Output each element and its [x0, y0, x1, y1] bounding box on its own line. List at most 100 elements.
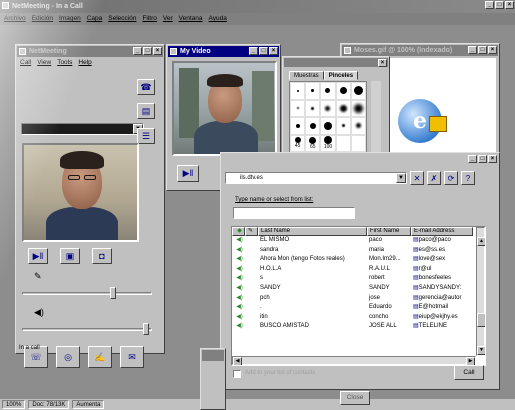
user-status-icon: ◀): [236, 294, 243, 301]
scroll-left-button[interactable]: ◀: [233, 357, 242, 365]
tab-muestras[interactable]: Muestras: [289, 71, 324, 80]
menu-help[interactable]: Help: [78, 58, 91, 68]
speaker-volume-slider[interactable]: [22, 328, 152, 331]
picture-in-picture-button[interactable]: ▣: [60, 248, 80, 264]
add-contact-checkbox[interactable]: [233, 370, 241, 378]
brush-option[interactable]: [305, 82, 321, 100]
brush-scrollbar[interactable]: [371, 81, 381, 153]
name-search-input[interactable]: [233, 207, 355, 219]
background-window-titlebar: [202, 350, 224, 361]
my-video-close-button[interactable]: ×: [269, 47, 278, 55]
scroll-down-button[interactable]: ▼: [477, 346, 485, 355]
table-row[interactable]: ◀) Ahora Mon (tengo Fotos reales) Mon.Im29…: [232, 255, 485, 265]
brush-option[interactable]: [320, 82, 336, 100]
menu-filtro[interactable]: Filtro: [142, 14, 156, 24]
table-row[interactable]: ◀) H.O.L.A R.A.U.L ▤r@ul: [232, 265, 485, 275]
brush-option[interactable]: 100: [320, 134, 336, 152]
brush-option[interactable]: [335, 99, 351, 117]
table-horizontal-scrollbar[interactable]: ◀ ▶: [232, 356, 476, 365]
stop-button[interactable]: ✕: [410, 171, 424, 185]
brush-option[interactable]: [350, 117, 366, 135]
brush-option[interactable]: [335, 134, 351, 152]
help-button[interactable]: ?: [461, 171, 475, 185]
image-close-button[interactable]: ×: [488, 46, 497, 54]
brush-option[interactable]: [320, 99, 336, 117]
menu-ver[interactable]: Ver: [163, 14, 173, 24]
menu-edicion[interactable]: Edición: [32, 14, 53, 24]
menu-imagen[interactable]: Imagen: [59, 14, 81, 24]
directory-minimize-button[interactable]: _: [468, 155, 477, 163]
column-status-header[interactable]: ◆: [232, 227, 245, 236]
image-minimize-button[interactable]: _: [468, 46, 477, 54]
brush-option[interactable]: [335, 82, 351, 100]
my-video-play-pause-button[interactable]: ▶‖: [177, 165, 199, 182]
column-first-name[interactable]: First Name: [367, 227, 411, 236]
delete-button[interactable]: ✗: [427, 171, 441, 185]
refresh-button[interactable]: ⟳: [444, 171, 458, 185]
table-row[interactable]: ◀) SANDY SANDY ▤SANDYSANDY:: [232, 284, 485, 294]
speaker-slider-thumb[interactable]: [143, 323, 149, 335]
menu-capa[interactable]: Capa: [87, 14, 103, 24]
camera-button[interactable]: ◘: [92, 248, 112, 264]
maximize-button[interactable]: □: [495, 1, 504, 9]
menu-ayuda[interactable]: Ayuda: [209, 14, 227, 24]
directory-maximize-button[interactable]: □: [478, 155, 487, 163]
brush-option[interactable]: 45: [290, 134, 306, 152]
directory-server-combo[interactable]: ils.dtv.es ▼: [225, 172, 407, 184]
nm-maximize-button[interactable]: □: [143, 47, 152, 55]
table-row[interactable]: ◀). Eduardo ▤E@hotmail: [232, 303, 485, 313]
table-row[interactable]: ◀) BUSCO AMISTAD JOSE ALL ▤TELELINE: [232, 322, 485, 332]
menu-tools[interactable]: Tools: [57, 58, 72, 68]
call-address-combo[interactable]: ▼: [21, 123, 144, 135]
menu-view[interactable]: View: [37, 58, 51, 68]
place-call-button[interactable]: ☎: [137, 79, 155, 95]
brushes-close-button[interactable]: ×: [378, 59, 387, 67]
menu-ventana[interactable]: Ventana: [179, 14, 203, 24]
chevron-down-icon[interactable]: ▼: [396, 173, 406, 183]
brush-option[interactable]: [290, 117, 306, 135]
play-pause-video-button[interactable]: ▶‖: [28, 248, 48, 264]
menu-seleccion[interactable]: Selección: [108, 14, 136, 24]
column-icon-header[interactable]: ✎: [245, 227, 258, 236]
brush-option[interactable]: [290, 82, 306, 100]
table-row[interactable]: ◀) sandra maria ▤es@ss.es: [232, 246, 485, 256]
directory-button[interactable]: ▤: [137, 103, 155, 119]
stop-icon: ✕: [413, 173, 421, 183]
brush-option[interactable]: [335, 117, 351, 135]
scroll-up-button[interactable]: ▲: [477, 237, 485, 246]
table-row[interactable]: ◀) EL MISMO paco ▤paco@paco: [232, 236, 485, 246]
brush-option[interactable]: [305, 117, 321, 135]
table-row[interactable]: ◀) s robert ▤bonesfeeles: [232, 274, 485, 284]
image-maximize-button[interactable]: □: [478, 46, 487, 54]
brush-option[interactable]: [350, 99, 366, 117]
menu-archivo[interactable]: Archivo: [4, 14, 26, 24]
brush-option[interactable]: [320, 117, 336, 135]
my-video-minimize-button[interactable]: _: [249, 47, 258, 55]
close-button[interactable]: ×: [505, 1, 514, 9]
microphone-slider-thumb[interactable]: [110, 287, 116, 299]
brush-option[interactable]: 65: [305, 134, 321, 152]
nm-minimize-button[interactable]: _: [133, 47, 142, 55]
table-row[interactable]: ◀) itin concho ▤eiup@ekjhy.es: [232, 313, 485, 323]
table-row[interactable]: ◀) pch jose ▤gerencia@autor: [232, 294, 485, 304]
brush-option[interactable]: [290, 99, 306, 117]
nm-close-button[interactable]: ×: [153, 47, 162, 55]
speed-dial-button[interactable]: ☰: [137, 128, 155, 144]
column-email[interactable]: E-mail Address: [411, 227, 473, 236]
minimize-button[interactable]: _: [485, 1, 494, 9]
first-name-cell: paco: [369, 237, 383, 243]
scroll-thumb[interactable]: [477, 313, 485, 327]
table-vertical-scrollbar[interactable]: ▲ ▼: [476, 227, 485, 356]
call-button[interactable]: Call: [454, 365, 484, 380]
directory-close-button[interactable]: ×: [488, 155, 497, 163]
microphone-volume-slider[interactable]: [22, 292, 152, 295]
menu-call[interactable]: Call: [20, 58, 31, 68]
tab-pinceles[interactable]: Pinceles: [323, 71, 359, 80]
my-video-maximize-button[interactable]: □: [259, 47, 268, 55]
brush-option[interactable]: [305, 99, 321, 117]
brush-option[interactable]: [350, 82, 366, 100]
column-last-name[interactable]: Last Name: [258, 227, 367, 236]
brush-option[interactable]: [350, 134, 366, 152]
share-icon: ◎: [64, 351, 72, 362]
close-dialog-button[interactable]: Close: [340, 391, 370, 405]
